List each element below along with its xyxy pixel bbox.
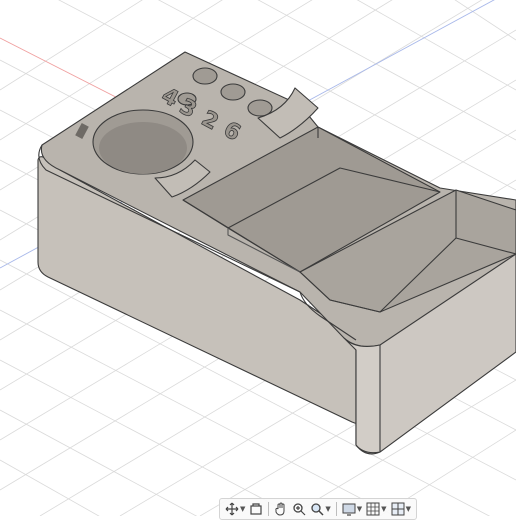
orbit-button[interactable]: ▼ — [224, 500, 246, 518]
chevron-down-icon: ▼ — [240, 504, 246, 513]
grid-icon — [366, 502, 380, 516]
toolbar-divider — [268, 502, 270, 516]
model-body[interactable] — [37, 51, 516, 455]
pan-hand-icon — [275, 502, 285, 516]
display-settings-button[interactable]: ▼ — [341, 500, 363, 518]
chevron-down-icon: ▼ — [405, 504, 411, 513]
chevron-down-icon: ▼ — [381, 504, 387, 513]
viewports-button[interactable]: ▼ — [390, 500, 412, 518]
zoom-button[interactable] — [291, 500, 307, 518]
3d-viewport[interactable]: 4 3 2 6 — [0, 0, 516, 516]
pan-button[interactable] — [273, 500, 289, 518]
zoom-window-icon — [311, 503, 324, 516]
zoom-window-button[interactable]: ▼ — [309, 500, 331, 518]
toolbar-divider — [335, 502, 337, 516]
navigation-toolbar: ▼ ▼ ▼ ▼ ▼ — [219, 498, 417, 520]
orbit-icon — [225, 502, 239, 516]
look-at-icon — [250, 503, 262, 515]
zoom-icon — [293, 503, 306, 516]
chevron-down-icon: ▼ — [325, 504, 331, 513]
viewports-icon — [391, 502, 405, 516]
chevron-down-icon: ▼ — [356, 504, 363, 513]
display-settings-icon — [342, 503, 356, 516]
grid-settings-button[interactable]: ▼ — [365, 500, 387, 518]
look-at-button[interactable] — [248, 500, 264, 518]
